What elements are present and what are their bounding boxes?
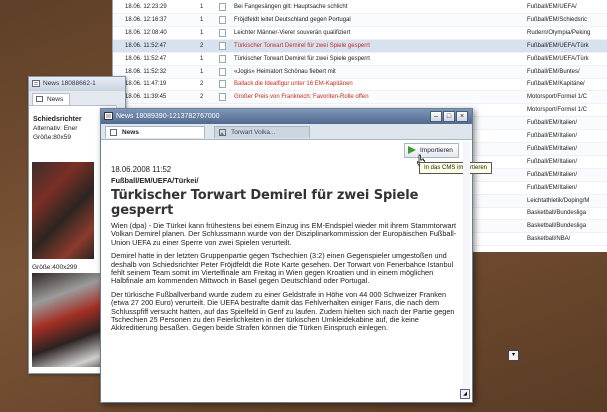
row-category: Fußball/EM/Italien/	[527, 145, 578, 152]
row-date: 18.06. 11:47:19	[125, 81, 167, 88]
tab-label: News	[47, 96, 64, 103]
scroll-down-icon[interactable]: ▾	[508, 350, 519, 361]
row-date: 18.06. 12:16:37	[125, 16, 167, 23]
row-version: 2	[200, 94, 204, 101]
close-icon[interactable]: ×	[456, 111, 468, 122]
document-icon	[219, 67, 226, 76]
tab-label: News	[122, 129, 139, 136]
row-version: 1	[200, 68, 204, 75]
tab-news[interactable]: News	[105, 126, 205, 138]
image-icon	[219, 129, 226, 136]
row-version: 2	[200, 81, 204, 88]
dialog-tab-bar: News Torwart Volka...	[101, 124, 472, 140]
article-paragraph: Wien (dpa) - Die Türkei kann frühestens …	[111, 221, 457, 247]
article-date: 18.06.2008 11:52	[111, 165, 172, 174]
list-row[interactable]: 18.06. 12:08:40 1 Leichter Männer-Vierer s…	[113, 27, 607, 40]
article-paragraph: Der türkische Fußballverband wurde zudem…	[111, 289, 455, 333]
article-headline: Türkischer Torwart Demirel für zwei Spie…	[111, 188, 419, 218]
row-category: Fußball/EM/Italien/	[527, 184, 578, 191]
row-category: Basketball/Bundesliga	[527, 223, 587, 230]
document-icon	[110, 129, 117, 136]
window-titlebar[interactable]: News 18088662-1	[29, 77, 125, 91]
row-date: 18.06. 11:52:47	[125, 42, 167, 49]
row-category: Motorsport/Formel 1/C	[527, 94, 588, 101]
row-category: Fußball/EM/Italien/	[527, 158, 578, 165]
row-title: «Jogis» Heimatort Schönau fiebert mit	[234, 68, 336, 75]
row-category: Basketball/NBA/	[527, 236, 571, 243]
row-date: 18.06. 12:23:29	[125, 4, 167, 10]
article-category: Fußball/EM/UEFA/Türkei/	[111, 176, 199, 185]
import-button-label: Importieren	[420, 147, 453, 154]
row-category: Fußball/EM/Italien/	[527, 133, 578, 139]
list-row[interactable]: 18.06. 11:52:47 2 Türkischer Torwart Demir…	[113, 39, 607, 53]
minimize-icon[interactable]: –	[430, 111, 442, 122]
row-category: Rudern/Olympia/Peking	[527, 29, 591, 36]
row-title: Türkischer Torwart Demirel für zwei Spie…	[234, 42, 370, 49]
document-icon	[219, 54, 226, 63]
document-icon	[219, 93, 226, 102]
row-category: Fußball/EM/Kapitäne/	[527, 81, 585, 88]
row-title: Bei Fangesängen gilt: Hauptsache schlich…	[234, 4, 348, 10]
row-category: Fußball/EM/Schiedsric	[527, 16, 588, 23]
row-category: Fußball/EM/Italien/	[527, 171, 578, 178]
tab-news[interactable]: News	[32, 93, 71, 105]
document-icon	[104, 112, 113, 120]
row-title: Türkischer Torwart Demirel für zwei Spie…	[234, 55, 370, 62]
thumbnail-image	[32, 162, 94, 259]
row-version: 1	[200, 29, 204, 36]
list-row[interactable]: 18.06. 12:16:37 1 Fröjdfeldt leitet Deutsc…	[113, 13, 607, 27]
row-title: Fröjdfeldt leitet Deutschland gegen Port…	[234, 16, 351, 23]
maximize-icon[interactable]: □	[443, 111, 455, 122]
row-category: Motorsport/Formel 1/C	[527, 107, 588, 114]
row-category: Fußball/EM/UEFA/Türk	[527, 55, 589, 62]
row-title: Großer Preis von Frankreich: Favoriten-R…	[234, 94, 369, 101]
list-row[interactable]: 18.06. 12:23:29 1 Bei Fangesängen gilt: Ha…	[113, 1, 607, 14]
import-button[interactable]: Importieren	[404, 143, 459, 158]
arrow-right-icon	[408, 146, 416, 154]
row-category: Fußball/EM/Buntes/	[527, 68, 580, 75]
row-version: 2	[200, 42, 204, 49]
document-icon	[219, 41, 226, 50]
tab-photo[interactable]: Torwart Volka...	[214, 126, 310, 138]
document-icon	[219, 15, 226, 24]
document-icon	[219, 28, 226, 37]
dialog-title: News 18089390-1213782767000	[116, 113, 220, 120]
list-row[interactable]: 18.06. 11:39:45 2 Großer Preis von Frankre…	[113, 91, 607, 105]
row-category: Fußball/EM/UEFA/	[527, 4, 577, 10]
resize-icon[interactable]: ◢	[460, 389, 470, 399]
tab-label: Torwart Volka...	[231, 129, 276, 136]
document-icon	[219, 80, 226, 89]
row-version: 1	[200, 55, 204, 62]
window-title: News 18088662-1	[43, 80, 96, 87]
document-icon	[36, 96, 43, 102]
row-category: Fußball/EM/UEFA/Türk	[527, 42, 589, 49]
row-date: 18.06. 11:52:47	[125, 55, 167, 62]
row-title: Ballack die Idealfigur unter 16 EM-Kapit…	[234, 81, 353, 88]
row-date: 18.06. 11:52:32	[125, 68, 167, 75]
row-version: 1	[200, 4, 204, 10]
document-icon	[219, 3, 226, 11]
row-category: Leichtathletik/Doping/M	[527, 197, 590, 204]
article-paragraph: Demirel hatte in der letzten Gruppenpart…	[111, 251, 454, 286]
row-category: Basketball/Bundesliga	[527, 210, 587, 217]
row-version: 1	[200, 16, 204, 23]
row-category: Fußball/EM/Italien/	[527, 120, 578, 127]
list-row[interactable]: 18.06. 11:47:19 2 Ballack die Idealfigur u…	[113, 78, 607, 92]
dialog-scrollbar[interactable]	[463, 141, 470, 396]
article-content: 18.06.2008 11:52 Fußball/EM/UEFA/Türkei/…	[111, 165, 461, 338]
list-row[interactable]: 18.06. 11:52:47 1 Türkischer Torwart Demir…	[113, 53, 607, 66]
row-date: 18.06. 12:08:40	[125, 29, 167, 36]
list-row[interactable]: 18.06. 11:52:32 1 «Jogis» Heimatort Schöna…	[113, 65, 607, 79]
document-icon	[32, 80, 40, 87]
row-title: Leichter Männer-Vierer souverän qualifiz…	[234, 29, 351, 36]
tab-bar: News	[29, 91, 125, 106]
image-size-large: Größe:400x299	[32, 264, 78, 271]
news-detail-dialog[interactable]: News 18089390-1213782767000 – □ × News Tor…	[100, 108, 493, 403]
row-date: 18.06. 11:39:45	[125, 94, 167, 101]
dialog-titlebar[interactable]: News 18089390-1213782767000 – □ ×	[101, 109, 472, 124]
